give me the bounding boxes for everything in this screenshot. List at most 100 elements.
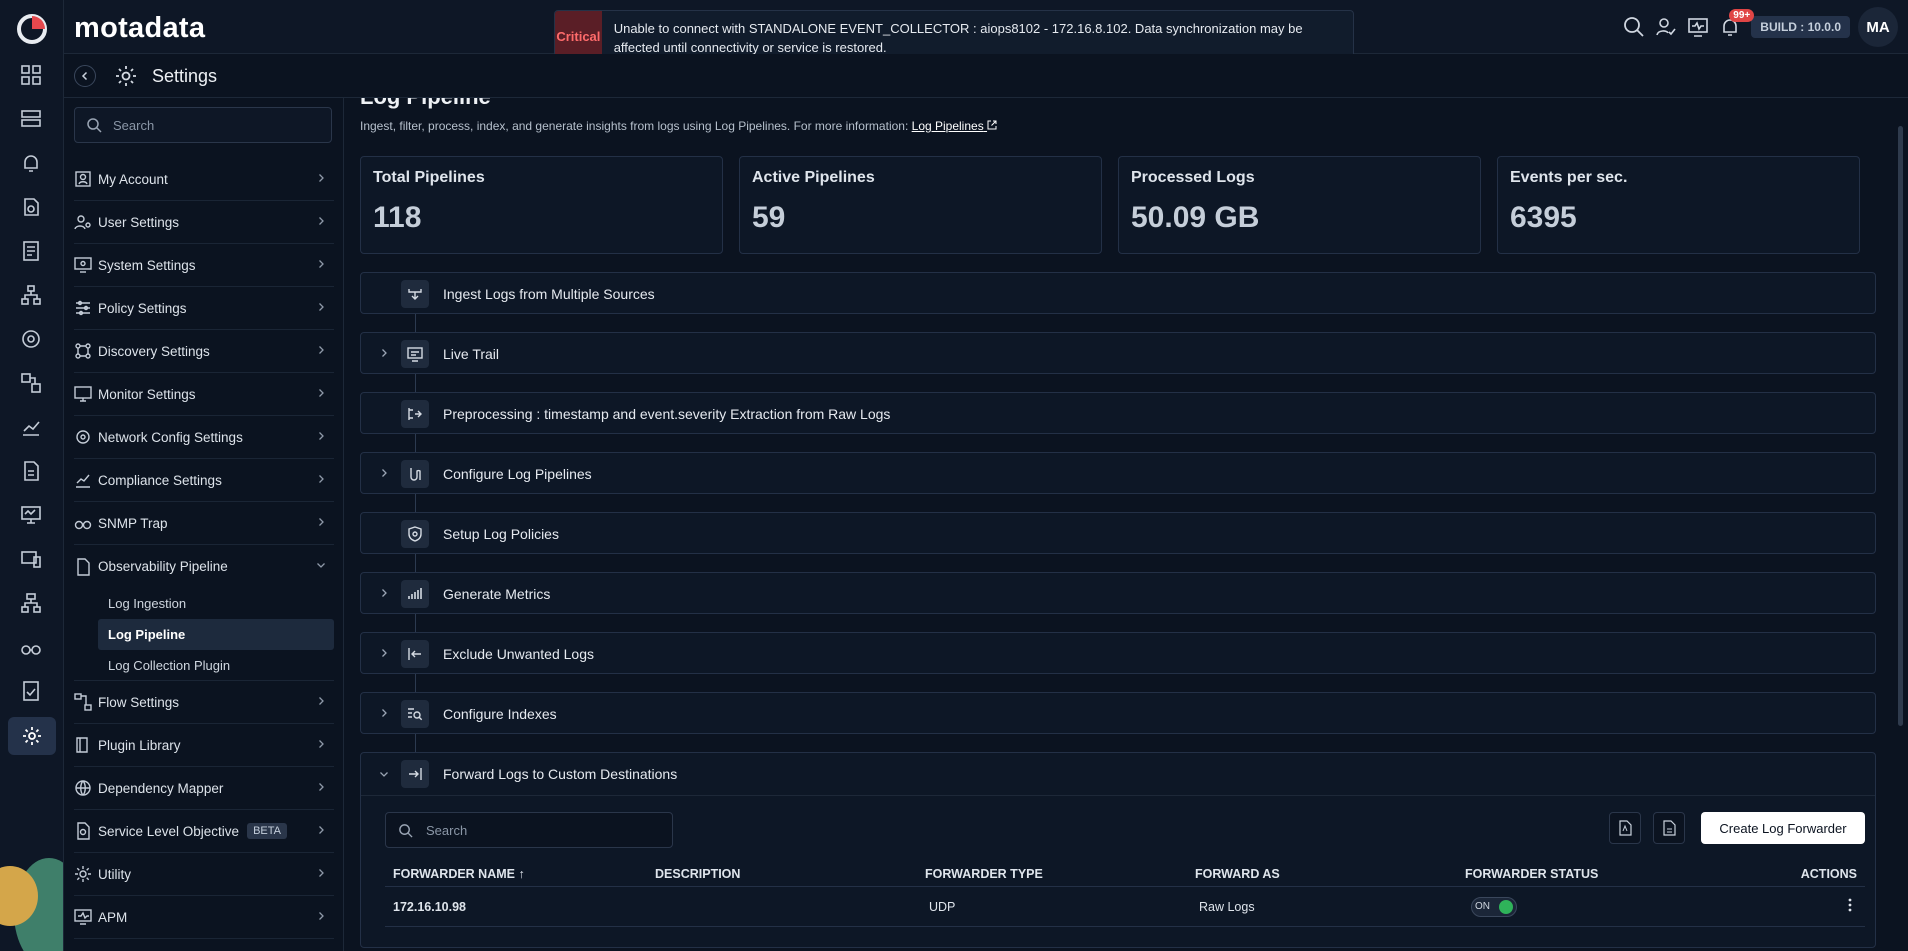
sidebar-item-compliance-settings[interactable]: Compliance Settings	[74, 459, 334, 502]
export-pdf-button[interactable]	[1609, 812, 1641, 844]
user-gear-icon	[74, 213, 92, 231]
pipeline-icon	[401, 460, 429, 488]
log-document-icon[interactable]	[20, 460, 44, 484]
sidebar-item-monitor-settings[interactable]: Monitor Settings	[74, 373, 334, 416]
dashboard-grid-icon[interactable]	[20, 64, 44, 88]
sidebar-item-snmp-trap[interactable]: SNMP Trap	[74, 502, 334, 545]
sidebar-item-user-settings[interactable]: User Settings	[74, 201, 334, 244]
stats-row: Total Pipelines 118 Active Pipelines 59 Pr…	[360, 156, 1860, 254]
step-generate-metrics[interactable]: Generate Metrics	[360, 572, 1876, 632]
settings-gear-icon	[116, 66, 136, 86]
sidebar-item-apm[interactable]: APM	[74, 896, 334, 939]
sidebar-search	[74, 107, 332, 143]
chevron-down-icon[interactable]	[379, 769, 389, 779]
chevron-right-icon	[319, 260, 324, 268]
document-icon	[74, 557, 92, 576]
main-scrollbar[interactable]	[1898, 126, 1903, 726]
table-row: 172.16.10.98 UDP Raw Logs ON	[385, 887, 1865, 927]
motadata-logo-icon	[17, 14, 47, 44]
chevron-right-icon	[382, 649, 387, 657]
actions-cell	[1735, 897, 1865, 916]
index-search-icon	[401, 700, 429, 728]
alert-doc-icon[interactable]	[20, 196, 44, 220]
chevron-right-icon	[319, 783, 324, 791]
forwarder-status-toggle[interactable]: ON	[1471, 896, 1517, 917]
column-header-forwarder-status[interactable]: FORWARDER STATUS	[1465, 867, 1735, 881]
forwarder-search-input[interactable]	[426, 813, 666, 847]
sidebar-item-service-level-objective[interactable]: Service Level Objective BETA	[74, 810, 334, 853]
search-icon	[399, 824, 413, 838]
step-preprocessing[interactable]: Preprocessing : timestamp and event.seve…	[360, 392, 1876, 452]
sidebar-subitem-log-ingestion[interactable]: Log Ingestion	[74, 588, 334, 619]
report-icon[interactable]	[20, 240, 44, 264]
sidebar-item-system-settings[interactable]: System Settings	[74, 244, 334, 287]
create-log-forwarder-button[interactable]: Create Log Forwarder	[1701, 812, 1865, 844]
user-card-icon	[74, 170, 92, 188]
step-exclude-unwanted-logs[interactable]: Exclude Unwanted Logs	[360, 632, 1876, 692]
column-header-description[interactable]: DESCRIPTION	[655, 867, 925, 881]
sidebar-item-label: Utility	[98, 866, 131, 882]
monitor-icon[interactable]	[20, 504, 44, 528]
chevron-right-icon	[319, 518, 324, 526]
log-pipeline-title: Log Pipeline	[360, 98, 491, 110]
step-title: Configure Log Pipelines	[443, 466, 592, 482]
sidebar-item-my-account[interactable]: My Account	[74, 158, 334, 201]
sidebar-search-input[interactable]	[113, 108, 323, 142]
sidebar-item-label: My Account	[98, 171, 168, 187]
bell-icon[interactable]	[20, 152, 44, 176]
radar-icon[interactable]	[20, 328, 44, 352]
column-header-forwarder-type[interactable]: FORWARDER TYPE	[925, 867, 1195, 881]
user-avatar[interactable]: MA	[1858, 7, 1898, 47]
live-trail-icon	[401, 340, 429, 368]
step-configure-log-pipelines[interactable]: Configure Log Pipelines	[360, 452, 1876, 512]
flow-icon[interactable]	[20, 372, 44, 396]
chevron-right-icon	[319, 740, 324, 748]
sidebar-item-discovery-settings[interactable]: Discovery Settings	[74, 330, 334, 373]
step-live-trail[interactable]: Live Trail	[360, 332, 1876, 392]
log-pipelines-doc-link[interactable]: Log Pipelines	[912, 119, 997, 133]
topology-icon[interactable]	[20, 284, 44, 308]
sidebar-item-observability-pipeline[interactable]: Observability Pipeline	[74, 545, 334, 588]
flow-icon	[74, 693, 92, 711]
brand-logo[interactable]: motadata	[74, 12, 205, 45]
hierarchy-icon[interactable]	[20, 592, 44, 616]
csv-file-icon	[1663, 820, 1676, 836]
notification-bell-icon[interactable]: 99+	[1719, 9, 1755, 38]
back-button[interactable]	[74, 65, 96, 87]
export-csv-button[interactable]	[1653, 812, 1685, 844]
step-title: Exclude Unwanted Logs	[443, 646, 594, 662]
forwarder-name-cell: 172.16.10.98	[393, 899, 466, 914]
binoculars-icon[interactable]	[20, 636, 44, 660]
more-options-icon[interactable]	[1843, 897, 1857, 913]
step-configure-indexes[interactable]: Configure Indexes	[360, 692, 1876, 752]
chevron-right-icon	[319, 826, 324, 834]
sidebar-item-network-config-settings[interactable]: Network Config Settings	[74, 416, 334, 459]
device-icon[interactable]	[20, 548, 44, 572]
sidebar-item-utility[interactable]: Utility	[74, 853, 334, 896]
stat-card-events-per-sec: Events per sec. 6395	[1497, 156, 1860, 254]
chevron-right-icon	[382, 349, 387, 357]
step-setup-log-policies[interactable]: Setup Log Policies	[360, 512, 1876, 572]
apm-icon	[74, 908, 92, 926]
user-check-icon[interactable]	[1655, 16, 1677, 38]
stat-label: Events per sec.	[1510, 169, 1628, 186]
sidebar-item-dependency-mapper[interactable]: Dependency Mapper	[74, 767, 334, 810]
search-icon[interactable]	[1623, 16, 1645, 38]
search-icon	[87, 118, 102, 133]
ingest-icon	[401, 280, 429, 308]
sidebar-subitem-log-collection-plugin[interactable]: Log Collection Plugin	[74, 650, 334, 681]
sidebar-item-plugin-library[interactable]: Plugin Library	[74, 724, 334, 767]
step-ingest-logs[interactable]: Ingest Logs from Multiple Sources	[360, 272, 1876, 332]
settings-gear-icon[interactable]	[8, 717, 56, 755]
network-gear-icon	[74, 428, 92, 446]
binoculars-icon	[74, 514, 92, 532]
sidebar-item-policy-settings[interactable]: Policy Settings	[74, 287, 334, 330]
column-header-forwarder-name[interactable]: FORWARDER NAME ↑	[385, 867, 655, 881]
sidebar-item-flow-settings[interactable]: Flow Settings	[74, 681, 334, 724]
monitor-pulse-icon[interactable]	[1687, 16, 1709, 38]
metrics-chart-icon[interactable]	[20, 416, 44, 440]
inventory-icon[interactable]	[20, 108, 44, 132]
column-header-forward-as[interactable]: FORWARD AS	[1195, 867, 1465, 881]
audit-icon[interactable]	[20, 680, 44, 704]
sidebar-subitem-log-pipeline[interactable]: Log Pipeline	[98, 619, 334, 650]
